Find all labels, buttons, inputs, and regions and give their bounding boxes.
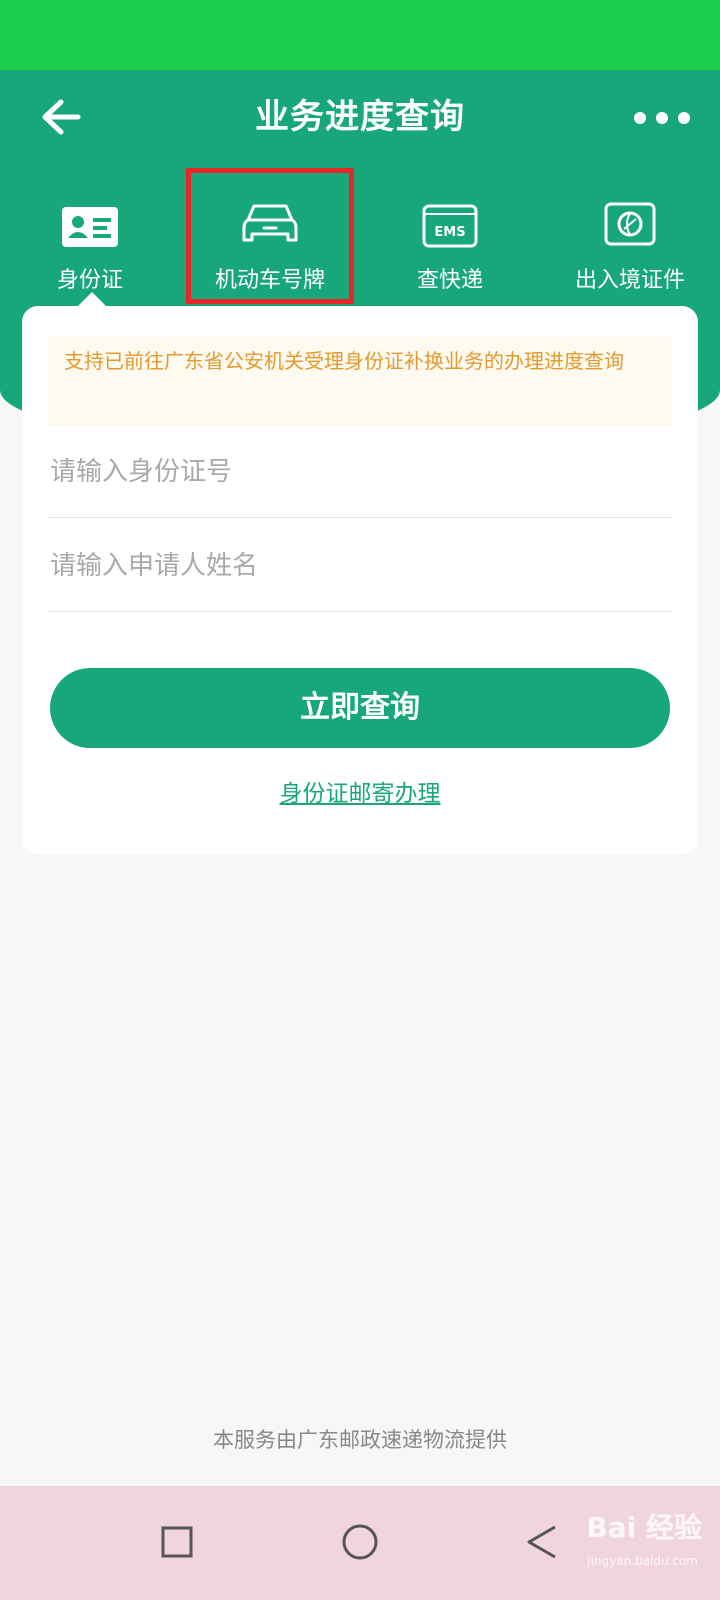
more-dot-icon [656,112,668,124]
circle-icon [342,1524,378,1560]
recent-apps-button[interactable] [145,1510,209,1574]
notice-banner: 支持已前往广东省公安机关受理身份证补换业务的办理进度查询 [48,336,672,426]
id-card-icon [62,207,118,247]
page-title: 业务进度查询 [255,97,465,137]
active-tab-indicator [78,292,106,306]
id-number-input[interactable] [48,426,672,517]
query-form-card: 支持已前往广东省公安机关受理身份证补换业务的办理进度查询 立即查询 身份证邮寄办… [22,306,698,854]
svg-text:EMS: EMS [434,225,465,240]
home-button[interactable] [328,1510,392,1574]
status-bar [0,0,720,70]
applicant-name-input[interactable] [48,520,672,611]
system-back-button[interactable] [510,1510,574,1574]
triangle-left-icon [527,1525,556,1559]
watermark-url: jingyan.baidu.com [587,1554,698,1568]
square-icon [161,1526,193,1558]
tab-label: 机动车号牌 [214,268,325,293]
tab-vehicle-plate[interactable]: 机动车号牌 [180,168,360,304]
more-options-button[interactable] [634,96,690,140]
navigation-bar: 业务进度查询 [0,70,720,165]
service-tabs: 身份证 机动车号牌 EMS 查快递 出入境证件 [0,168,720,304]
id-number-field [48,426,672,518]
tab-label: 出入境证件 [574,268,685,293]
applicant-name-field [48,520,672,612]
tab-label: 身份证 [56,268,123,293]
query-now-button[interactable]: 立即查询 [50,668,670,748]
baidu-jingyan-watermark: Bai 经验 jingyan.baidu.com [586,1506,702,1568]
tab-label: 查快递 [416,268,483,293]
ems-icon: EMS [422,204,478,248]
id-card-mail-link[interactable]: 身份证邮寄办理 [22,774,698,808]
more-dot-icon [634,112,646,124]
watermark-brand: Bai 经验 [586,1511,702,1544]
service-provider-note: 本服务由广东邮政速递物流提供 [213,1428,507,1452]
passport-icon [604,202,656,246]
car-icon [242,204,298,242]
tab-id-card[interactable]: 身份证 [0,170,180,300]
more-dot-icon [678,112,690,124]
tab-express-query[interactable]: EMS 查快递 [360,170,540,300]
tab-exit-entry[interactable]: 出入境证件 [540,170,720,300]
